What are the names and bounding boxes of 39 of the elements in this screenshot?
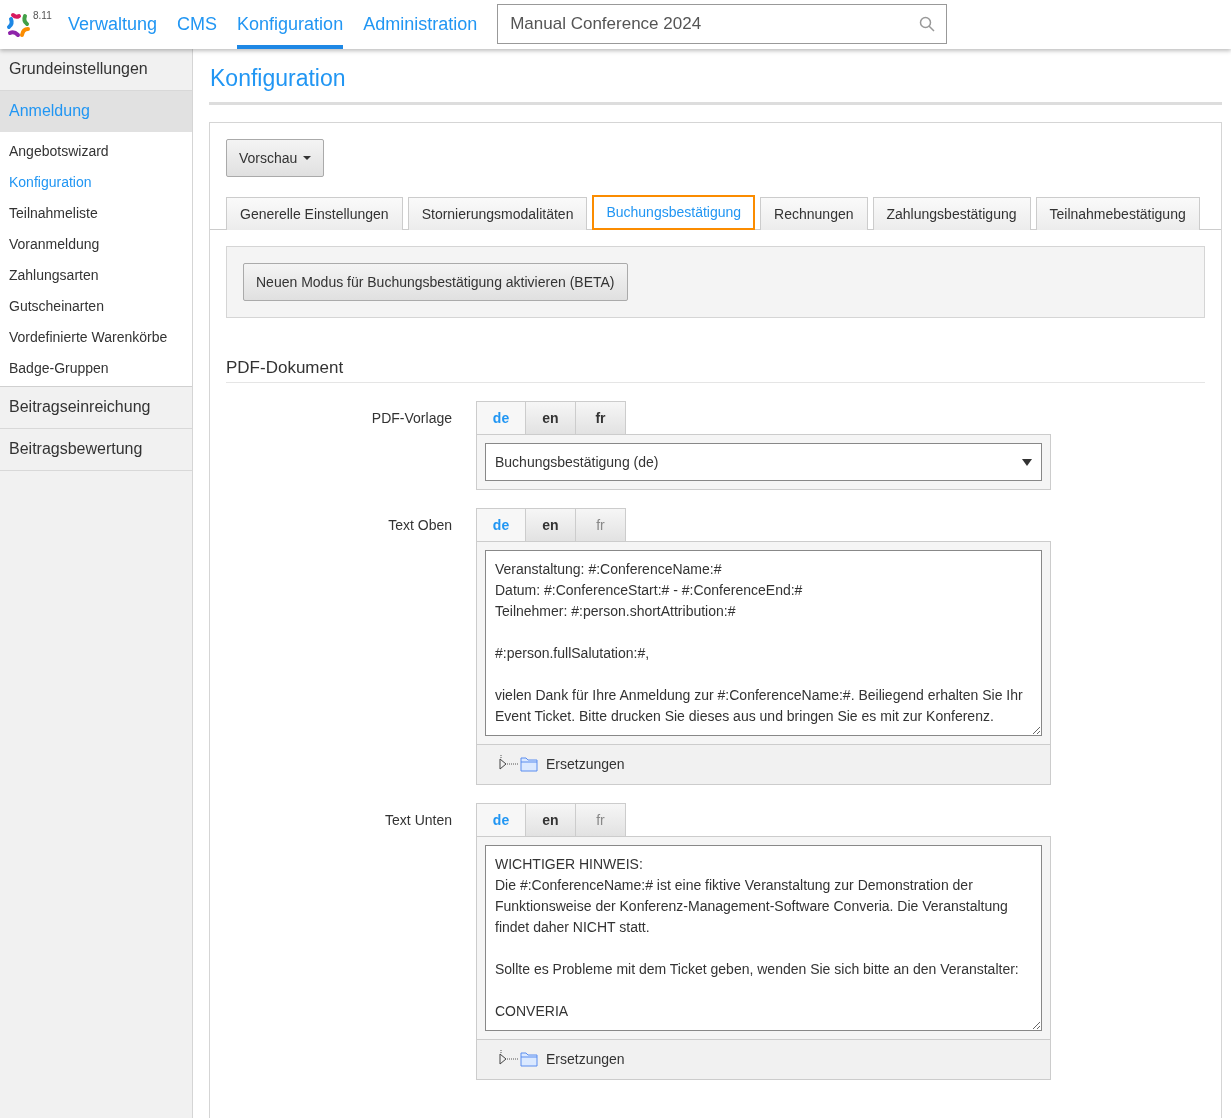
version-label: 8.11 [33, 10, 52, 21]
sidebar-item[interactable]: Teilnahmeliste [0, 198, 192, 229]
folder-icon [520, 1051, 538, 1067]
sidebar-item[interactable]: Angebotswizard [0, 136, 192, 167]
text-area[interactable]: WICHTIGER HINWEIS: Die #:ConferenceName:# ist eine fiktive Veranstaltung zur Demonstration der Funktionsweise der Konferenz-Management-Software Converia. Die Veranstaltung findet daher NICHT statt. Sollte es Probleme mit dem Ticket geben, wenden Sie sich bitte an den Veranstalter: CONVERIA [485, 845, 1042, 1031]
tree-node-label[interactable]: Ersetzungen [546, 756, 625, 772]
tab[interactable]: Rechnungen [760, 197, 868, 230]
tab[interactable]: Zahlungsbestätigung [872, 197, 1031, 230]
sidebar-item[interactable]: Vordefinierte Warenkörbe [0, 322, 192, 353]
logo-icon [6, 12, 32, 38]
text-area[interactable]: Veranstaltung: #:ConferenceName:# Datum: #:ConferenceStart:# - #:ConferenceEnd:# Teilnehmer: #:person.shortAttribution:# #:person.fullSalutation:#, vielen Dank für Ihre Anmeldung zur #:ConferenceName:#. Beiliegend erhalten Sie Ihr Event Ticket. Bitte drucken Sie dieses aus und bringen Sie es mit zur Konferenz. [485, 550, 1042, 736]
folder-icon [520, 756, 538, 772]
dropdown-arrow-icon [1022, 458, 1032, 466]
collapsed-node-icon[interactable] [498, 755, 518, 773]
field-label: PDF-Vorlage [370, 409, 453, 428]
section-title: PDF-Dokument [226, 358, 1205, 383]
tab[interactable]: Stornierungsmodalitäten [407, 197, 588, 230]
search-icon[interactable] [919, 16, 936, 32]
field-label: Text Unten [384, 811, 453, 830]
language-tab[interactable]: en [526, 803, 576, 836]
preview-button[interactable]: Vorschau [226, 139, 325, 177]
tab[interactable]: Teilnahmebestätigung [1035, 197, 1200, 230]
sidebar-section[interactable]: Beitragseinreichung [0, 387, 192, 429]
beta-mode-button[interactable]: Neuen Modus für Buchungsbestätigung aktivieren (BETA) [243, 263, 628, 301]
sidebar-item[interactable]: Zahlungsarten [0, 260, 192, 291]
sidebar-section[interactable]: Beitragsbewertung [0, 429, 192, 471]
page-title: Konfiguration [209, 49, 1222, 105]
field-label: Text Oben [387, 516, 453, 535]
language-tab[interactable]: fr [576, 401, 626, 434]
search-field[interactable]: Manual Conference 2024 [497, 4, 948, 44]
collapsed-node-icon[interactable] [498, 1050, 518, 1068]
language-tab[interactable]: en [526, 508, 576, 541]
template-dropdown[interactable]: Buchungsbestätigung (de) [485, 443, 1042, 481]
sidebar-item[interactable]: Gutscheinarten [0, 291, 192, 322]
sidebar-item[interactable]: Badge-Gruppen [0, 353, 192, 384]
sidebar-item[interactable]: Voranmeldung [0, 229, 192, 260]
language-tab[interactable]: en [526, 401, 576, 434]
tab[interactable]: Generelle Einstellungen [226, 197, 403, 230]
tree-node-label[interactable]: Ersetzungen [546, 1051, 625, 1067]
